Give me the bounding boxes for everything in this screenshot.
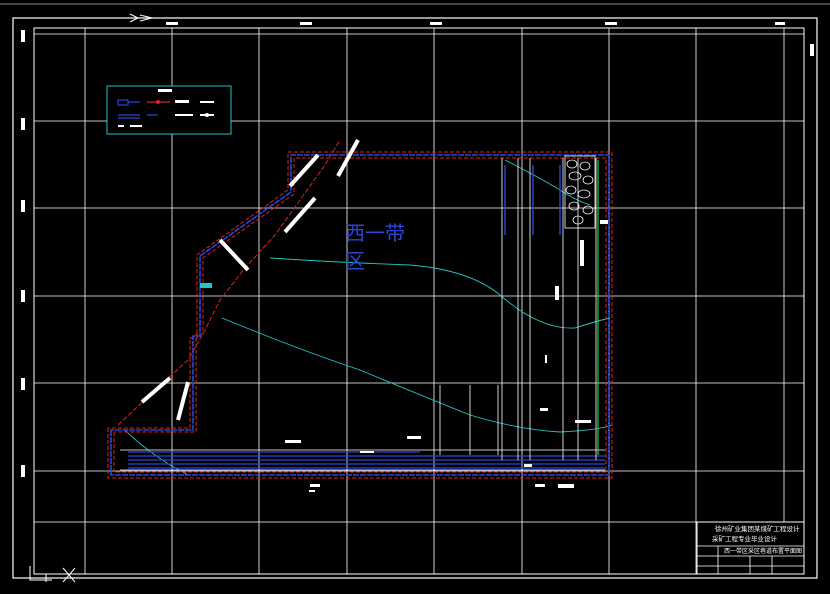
left-margin-ticks [21,30,25,477]
legend-box [106,85,232,135]
main-roadways-blue [128,451,605,469]
title-block-line1: 徐州矿业集团某煤矿工程设计 [715,524,800,533]
top-ruler-strip [0,3,830,25]
fault-line-red [117,139,341,426]
region-label-line1: 西一带 [345,221,405,245]
vertical-roadways-blue [504,165,561,235]
right-margin-ticks [810,44,814,56]
title-block-line2: 采矿工程专业毕业设计 [712,534,778,543]
title-block: 徐州矿业集团某煤矿工程设计 采矿工程专业毕业设计 西一带区采区巷道布置平面图 [696,521,805,575]
roadway-outline-blue [110,154,610,476]
title-block-line3: 西一带区采区巷道布置平面图 [724,547,802,555]
vertical-roadways [439,158,597,460]
mine-workings: 西一带 区 [107,139,613,492]
region-label-line2: 区 [345,249,365,273]
working-face-markers [140,139,360,421]
goaf-area [564,155,596,229]
cyan-contour-lines [124,159,613,476]
cyan-marker [200,283,212,288]
cad-drawing-canvas[interactable]: 西一带 区 徐州矿业集团某煤矿工程设计 采矿工程专业毕业设计 西一带区采区巷道布… [0,0,830,594]
boundary-red-line [107,151,613,479]
annotation-marks [285,220,608,492]
